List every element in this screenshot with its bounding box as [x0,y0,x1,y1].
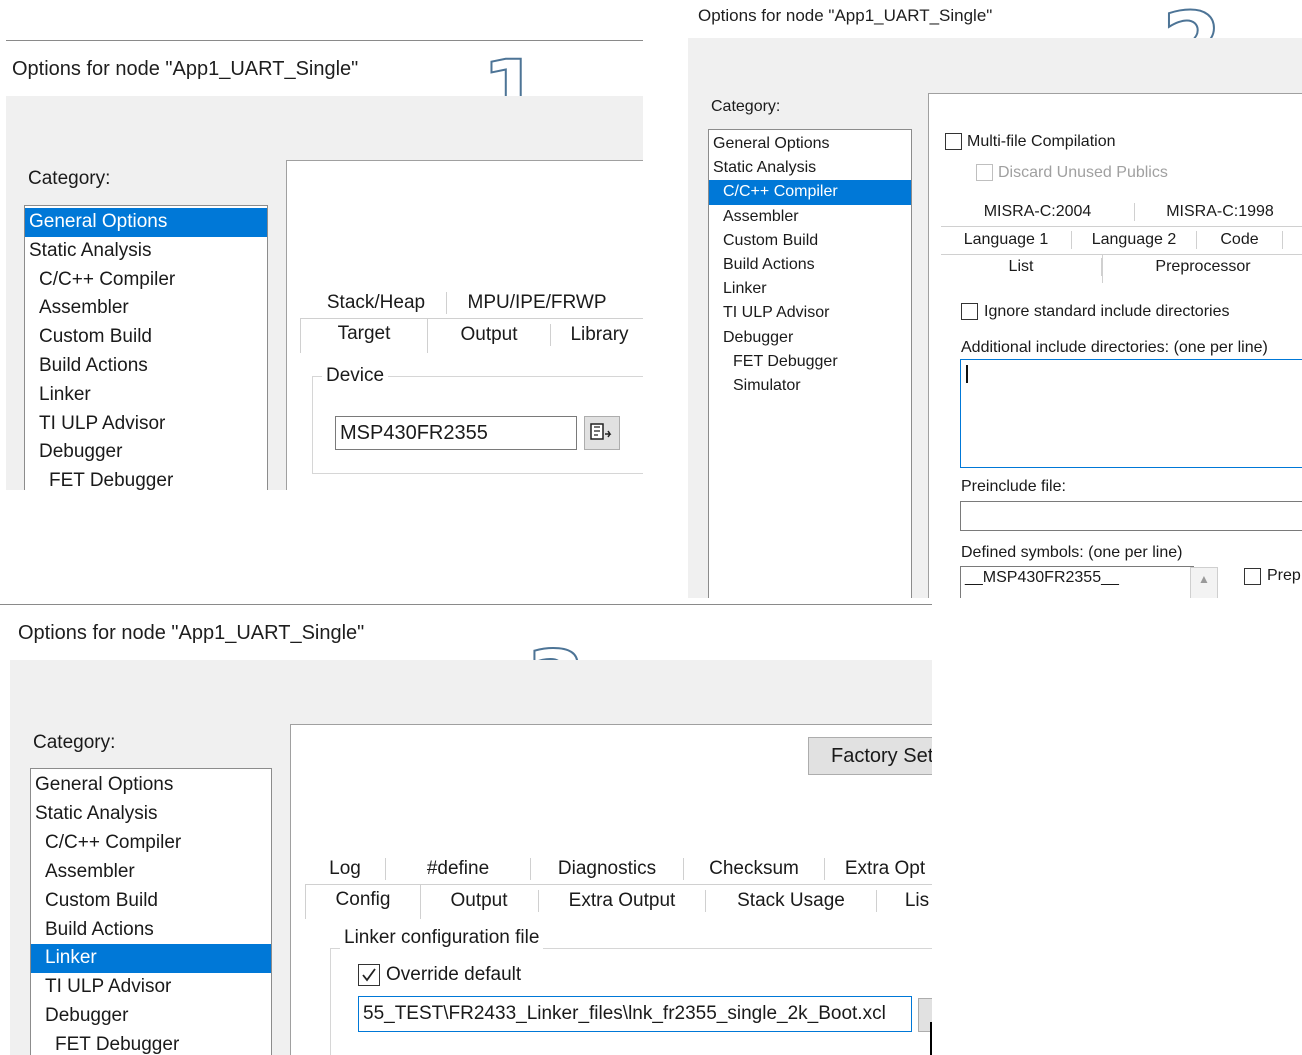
category-item-ti-ulp-advisor[interactable]: TI ULP Advisor [25,410,267,439]
discard-unused-checkbox[interactable] [976,164,993,181]
tab-misra-1998[interactable]: MISRA-C:1998 [1135,203,1302,221]
defined-symbols-label: Defined symbols: (one per line) [961,544,1183,561]
category-item-assembler[interactable]: Assembler [31,858,271,887]
prep-checkbox[interactable] [1244,568,1261,585]
category-list: General Options Static Analysis C/C++ Comp… [708,129,912,598]
text-cursor [966,365,968,383]
tab-stack-heap[interactable]: Stack/Heap [306,292,447,314]
category-item-custom-build[interactable]: Custom Build [31,887,271,916]
category-item-build-actions[interactable]: Build Actions [25,352,267,381]
additional-include-label: Additional include directories: (one per… [961,339,1268,356]
dialog-title: Options for node "App1_UART_Single" [698,6,993,25]
category-label: Category: [28,168,111,189]
category-item-c-c-compiler[interactable]: C/C++ Compiler [25,266,267,295]
multifile-checkbox[interactable] [945,133,962,150]
category-item-debugger[interactable]: Debugger [709,326,911,350]
factory-settings-button[interactable]: Factory Set [808,737,932,775]
category-item-debugger[interactable]: Debugger [25,438,267,467]
category-item-linker[interactable]: Linker [709,277,911,301]
ignore-std-include-label: Ignore standard include directories [984,303,1230,320]
linker-config-label: Linker configuration file [340,927,544,949]
category-item-ti-ulp-advisor[interactable]: TI ULP Advisor [709,301,911,325]
category-label: Category: [33,732,116,753]
tab-language-1[interactable]: Language 1 [941,231,1072,249]
tab-preprocessor[interactable]: Preprocessor [1102,254,1302,283]
dialog-top-line [6,40,643,41]
tab-stack-usage[interactable]: Stack Usage [706,890,877,912]
linker-path-field[interactable]: 55_TEST\FR2433_Linker_files\lnk_fr2355_s… [358,996,912,1032]
dialog-top-line [0,604,932,605]
category-item-simulator[interactable]: Simulator [709,374,911,398]
dialog-title: Options for node "App1_UART_Single" [18,622,365,644]
category-item-fet-debugger[interactable]: FET Debugger [25,467,267,490]
category-list: General Options Static Analysis C/C++ Comp… [24,205,268,490]
category-item-fet-debugger[interactable]: FET Debugger [709,350,911,374]
device-field[interactable]: MSP430FR2355 [335,416,577,450]
options-dialog-3: Options for node "App1_UART_Single" 3 Ca… [0,604,932,1055]
defined-symbols-textarea[interactable]: __MSP430FR2355__ [960,566,1194,598]
tab-define[interactable]: #define [386,858,531,880]
preinclude-field[interactable] [960,501,1302,531]
category-list: General Options Static Analysis C/C++ Comp… [30,768,272,1055]
chevron-up-icon: ▲ [1198,572,1210,586]
category-item-linker[interactable]: Linker [31,944,271,974]
device-select-icon [590,423,612,440]
tab-output[interactable]: Output [420,890,539,912]
tab-language-2[interactable]: Language 2 [1072,231,1197,249]
category-item-debugger[interactable]: Debugger [31,1002,271,1031]
options-dialog-1: Options for node "App1_UART_Single" 1 Ca… [0,40,643,490]
category-item-build-actions[interactable]: Build Actions [31,916,271,945]
options-dialog-2: Options for node "App1_UART_Single" 2 Ca… [688,0,1302,598]
category-item-assembler[interactable]: Assembler [25,294,267,323]
tab-mpu-ipe-frwp[interactable]: MPU/IPE/FRWP [447,292,627,314]
category-item-general-options[interactable]: General Options [25,208,267,237]
defined-symbols-scrollbar[interactable]: ▲ [1190,567,1218,598]
multifile-label: Multi-file Compilation [967,133,1116,150]
category-label: Category: [711,98,781,115]
category-item-build-actions[interactable]: Build Actions [709,253,911,277]
mouse-cursor [930,1022,932,1055]
additional-include-textarea[interactable] [960,359,1302,468]
override-default-label: Override default [386,964,522,985]
discard-unused-label: Discard Unused Publics [998,164,1168,181]
device-select-button[interactable] [584,416,620,450]
tab-list[interactable]: Lis [877,890,932,912]
tab-diagnostics[interactable]: Diagnostics [531,858,684,880]
category-item-fet-debugger[interactable]: FET Debugger [31,1031,271,1055]
override-default-checkbox[interactable] [358,964,380,986]
category-item-c-c-compiler[interactable]: C/C++ Compiler [31,829,271,858]
ignore-std-include-checkbox[interactable] [961,303,978,320]
category-item-general-options[interactable]: General Options [31,771,271,800]
device-group-label: Device [322,365,389,387]
category-item-static-analysis[interactable]: Static Analysis [709,156,911,180]
tab-list[interactable]: List [941,258,1102,276]
category-item-custom-build[interactable]: Custom Build [25,323,267,352]
tab-config[interactable]: Config [305,884,421,919]
checkmark-icon [362,968,376,982]
dialog-title: Options for node "App1_UART_Single" [12,58,359,80]
tab-checksum[interactable]: Checksum [684,858,825,880]
tab-log[interactable]: Log [305,858,386,880]
tab-library[interactable]: Library [552,324,643,346]
tab-code[interactable]: Code [1197,231,1283,249]
category-item-static-analysis[interactable]: Static Analysis [25,237,267,266]
tab-extra-output[interactable]: Extra Output [539,890,706,912]
prep-label: Prep [1267,567,1301,584]
category-item-custom-build[interactable]: Custom Build [709,229,911,253]
category-item-linker[interactable]: Linker [25,381,267,410]
preinclude-label: Preinclude file: [961,478,1066,495]
tab-target[interactable]: Target [300,318,428,353]
category-item-general-options[interactable]: General Options [709,132,911,156]
category-item-assembler[interactable]: Assembler [709,205,911,229]
category-item-static-analysis[interactable]: Static Analysis [31,800,271,829]
tab-output[interactable]: Output [428,324,551,346]
tab-extra-options[interactable]: Extra Opt [825,858,932,880]
category-item-c-c-compiler[interactable]: C/C++ Compiler [709,180,911,205]
category-item-ti-ulp-advisor[interactable]: TI ULP Advisor [31,973,271,1002]
tab-misra-2004[interactable]: MISRA-C:2004 [941,203,1135,221]
